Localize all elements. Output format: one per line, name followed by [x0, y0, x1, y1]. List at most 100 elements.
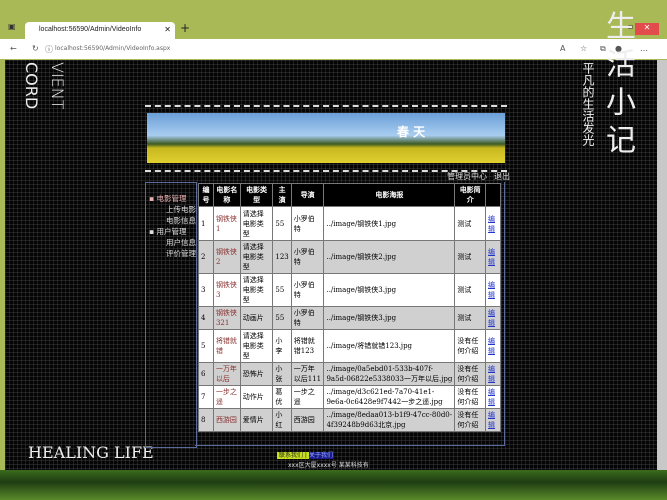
- poster-cell: ../image/钢铁侠3.jpg: [323, 306, 456, 330]
- actor-cell: 小张: [272, 362, 292, 386]
- type-cell: 请选择电影类型: [239, 273, 274, 307]
- actor-cell: 123: [272, 240, 292, 274]
- edit-link[interactable]: 编辑: [488, 411, 495, 429]
- column-header: 电影海报: [323, 183, 456, 207]
- edit-cell[interactable]: 编辑: [485, 329, 501, 363]
- url-field[interactable]: localhost:56590/Admin/VideoInfo.aspx: [55, 45, 170, 52]
- column-header: 电影类型: [239, 183, 274, 207]
- scrollbar[interactable]: [657, 60, 667, 470]
- actor-cell: 小李: [272, 329, 292, 363]
- footer-links: 联系我们 | 关于我们: [277, 450, 333, 459]
- edit-cell[interactable]: 编辑: [485, 362, 501, 386]
- edit-cell[interactable]: 编辑: [485, 306, 501, 330]
- edit-cell[interactable]: 编辑: [485, 240, 501, 274]
- edit-cell[interactable]: 编辑: [485, 206, 501, 241]
- about-link[interactable]: 关于我们: [308, 452, 333, 459]
- table-row: 5 将错就错 请选择电影类型 小李 将错就错123 ../image/将错就错123.jp…: [198, 329, 501, 363]
- edit-link[interactable]: 编辑: [488, 337, 495, 355]
- name-cell: 钢铁侠321: [212, 306, 241, 330]
- director-cell: 西游园: [290, 408, 325, 432]
- poster-cell: ../image/钢铁侠1.jpg: [323, 206, 456, 241]
- poster-cell: ../image/将错就错123.jpg: [323, 329, 456, 363]
- back-icon[interactable]: ←: [10, 44, 17, 53]
- table-row: 1 钢铁侠1 请选择电影类型 55 小罗伯特 ../image/钢铁侠1.jpg 测试 编辑: [198, 206, 501, 241]
- browser-tab[interactable]: localhost:56590/Admin/VideoInfo ✕: [25, 22, 175, 39]
- type-cell: 动作片: [239, 385, 274, 409]
- edit-link[interactable]: 编辑: [488, 281, 495, 299]
- more-icon[interactable]: …: [640, 44, 648, 53]
- id-cell: 2: [198, 240, 214, 274]
- poster-cell: ../image/钢铁侠2.jpg: [323, 240, 456, 274]
- banner-image: 春 天: [147, 113, 505, 163]
- decor-text: HEALING LIFE: [28, 443, 154, 462]
- read-aloud-icon[interactable]: A: [560, 44, 565, 53]
- intro-cell: 没有任何介绍: [454, 385, 487, 409]
- director-cell: 小罗伯特: [290, 206, 325, 241]
- intro-cell: 测试: [454, 206, 487, 241]
- table-row: 8 西游园 爱情片 小红 西游园 ../image/8edaa013-b1f9-47cc-…: [198, 408, 501, 432]
- logout-link[interactable]: 退出: [494, 171, 510, 182]
- refresh-icon[interactable]: ↻: [32, 44, 39, 53]
- column-header: 主演: [272, 183, 292, 207]
- poster-cell: ../image/8edaa013-b1f9-47cc-80d0-4f39248…: [323, 408, 456, 432]
- name-cell: 钢铁侠1: [212, 206, 241, 241]
- director-cell: 将错就错123: [290, 329, 325, 363]
- footer-address: xxx区大厦xxxx号 某某科技有: [288, 462, 369, 469]
- info-icon: ⓘ: [45, 45, 53, 54]
- intro-cell: 没有任何介绍: [454, 408, 487, 432]
- type-cell: 动画片: [239, 306, 274, 330]
- edit-link[interactable]: 编辑: [488, 309, 495, 327]
- table-row: 4 钢铁侠321 动画片 55 小罗伯特 ../image/钢铁侠3.jpg 测试 编辑: [198, 306, 501, 330]
- decor-text: CORD: [22, 62, 41, 110]
- address-bar: ← ↻ ⓘ localhost:56590/Admin/VideoInfo.as…: [0, 39, 667, 59]
- edit-link[interactable]: 编辑: [488, 365, 495, 383]
- poster-cell: ../image/0a5ebd01-533b-407f-9a5d-06822e5…: [323, 362, 456, 386]
- table-row: 6 一万年以后 恐怖片 小张 一万年以后111 ../image/0a5ebd01-533…: [198, 362, 501, 386]
- tab-actions-icon[interactable]: ▣: [8, 22, 16, 31]
- new-tab-icon[interactable]: +: [180, 21, 190, 35]
- intro-cell: 没有任何介绍: [454, 329, 487, 363]
- poster-cell: ../image/d3c621ed-7a70-41e1-9e6a-0c6428e…: [323, 385, 456, 409]
- sidebar-item-upload[interactable]: 上传电影: [146, 204, 196, 215]
- intro-cell: 测试: [454, 240, 487, 274]
- director-cell: 一万年以后111: [290, 362, 325, 386]
- sidebar-group-movie[interactable]: ▪ 电影管理: [146, 193, 196, 204]
- name-cell: 西游园: [212, 408, 241, 432]
- name-cell: 将错就错: [212, 329, 241, 363]
- movie-table: 编号 电影名称 电影类型 主演 导演 电影海报 电影简介 1 钢铁侠1 请选择电影类型 55 小罗伯…: [198, 183, 501, 432]
- type-cell: 请选择电影类型: [239, 206, 274, 241]
- intro-cell: 测试: [454, 306, 487, 330]
- close-window-icon[interactable]: ✕: [635, 23, 659, 35]
- edit-link[interactable]: 编辑: [488, 248, 495, 266]
- close-tab-icon[interactable]: ✕: [164, 25, 171, 34]
- intro-cell: 测试: [454, 273, 487, 307]
- name-cell: 钢铁侠2: [212, 240, 241, 274]
- edit-link[interactable]: 编辑: [488, 215, 495, 233]
- admin-center-link[interactable]: 管理员中心: [447, 171, 487, 182]
- id-cell: 6: [198, 362, 214, 386]
- sidebar-item-movie-info[interactable]: 电影信息: [146, 215, 196, 226]
- sidebar-item-user-info[interactable]: 用户信息: [146, 237, 196, 248]
- actor-cell: 55: [272, 306, 292, 330]
- contact-link[interactable]: 联系我们 |: [277, 452, 309, 459]
- director-cell: 一步之遥: [290, 385, 325, 409]
- column-header: 编号: [198, 183, 214, 207]
- edit-link[interactable]: 编辑: [488, 388, 495, 406]
- favorite-icon[interactable]: ☆: [580, 44, 587, 53]
- type-cell: 请选择电影类型: [239, 329, 274, 363]
- decor-text: 平凡的生活发光: [581, 62, 595, 146]
- wallpaper-grass: [0, 470, 667, 500]
- id-cell: 8: [198, 408, 214, 432]
- edit-cell[interactable]: 编辑: [485, 273, 501, 307]
- edit-cell[interactable]: 编辑: [485, 385, 501, 409]
- sidebar-group-user[interactable]: ▪ 用户管理: [146, 226, 196, 237]
- name-cell: 一万年以后: [212, 362, 241, 386]
- id-cell: 5: [198, 329, 214, 363]
- edit-cell[interactable]: 编辑: [485, 408, 501, 432]
- sidebar-item-reviews[interactable]: 评价管理: [146, 248, 196, 259]
- director-cell: 小罗伯特: [290, 240, 325, 274]
- table-row: 7 一步之遥 动作片 葛优 一步之遥 ../image/d3c621ed-7a70-41e…: [198, 385, 501, 409]
- type-cell: 恐怖片: [239, 362, 274, 386]
- poster-cell: ../image/钢铁侠3.jpg: [323, 273, 456, 307]
- name-cell: 一步之遥: [212, 385, 241, 409]
